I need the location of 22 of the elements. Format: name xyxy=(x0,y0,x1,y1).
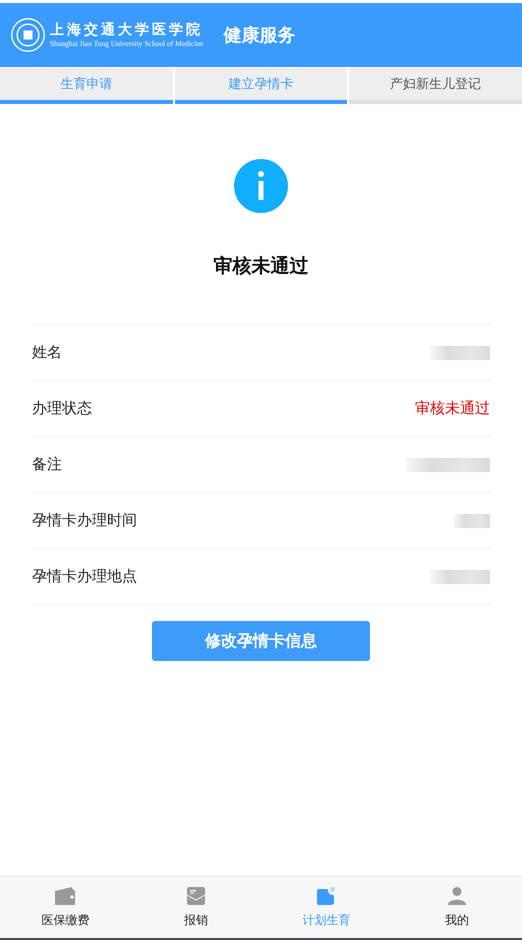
nav-item[interactable]: 我的 xyxy=(392,877,522,938)
field-label: 孕情卡办理时间 xyxy=(32,511,137,530)
person-icon xyxy=(446,886,467,906)
field-label: 备注 xyxy=(32,455,62,474)
logo-name: 上海交通大学医学院 xyxy=(50,21,204,39)
wallet-icon xyxy=(54,886,76,906)
calendar-icon xyxy=(316,886,336,906)
page-title: 健康服务 xyxy=(223,24,296,47)
envelope-icon xyxy=(186,886,206,906)
redacted-value xyxy=(430,570,490,584)
tab[interactable]: 产妇新生儿登记 xyxy=(349,68,522,104)
redacted-value xyxy=(454,514,490,528)
result-title: 审核未通过 xyxy=(214,254,308,279)
field-label: 姓名 xyxy=(32,343,62,362)
nav-item[interactable]: 医保缴费 xyxy=(0,877,130,938)
field-label: 孕情卡办理地点 xyxy=(32,567,137,586)
field-label: 办理状态 xyxy=(32,399,92,418)
status-value: 审核未通过 xyxy=(415,399,490,418)
nav-item[interactable]: 报销 xyxy=(130,877,261,938)
redacted-value xyxy=(430,346,490,360)
seal-logo-icon xyxy=(10,17,46,53)
info-icon xyxy=(234,159,288,213)
